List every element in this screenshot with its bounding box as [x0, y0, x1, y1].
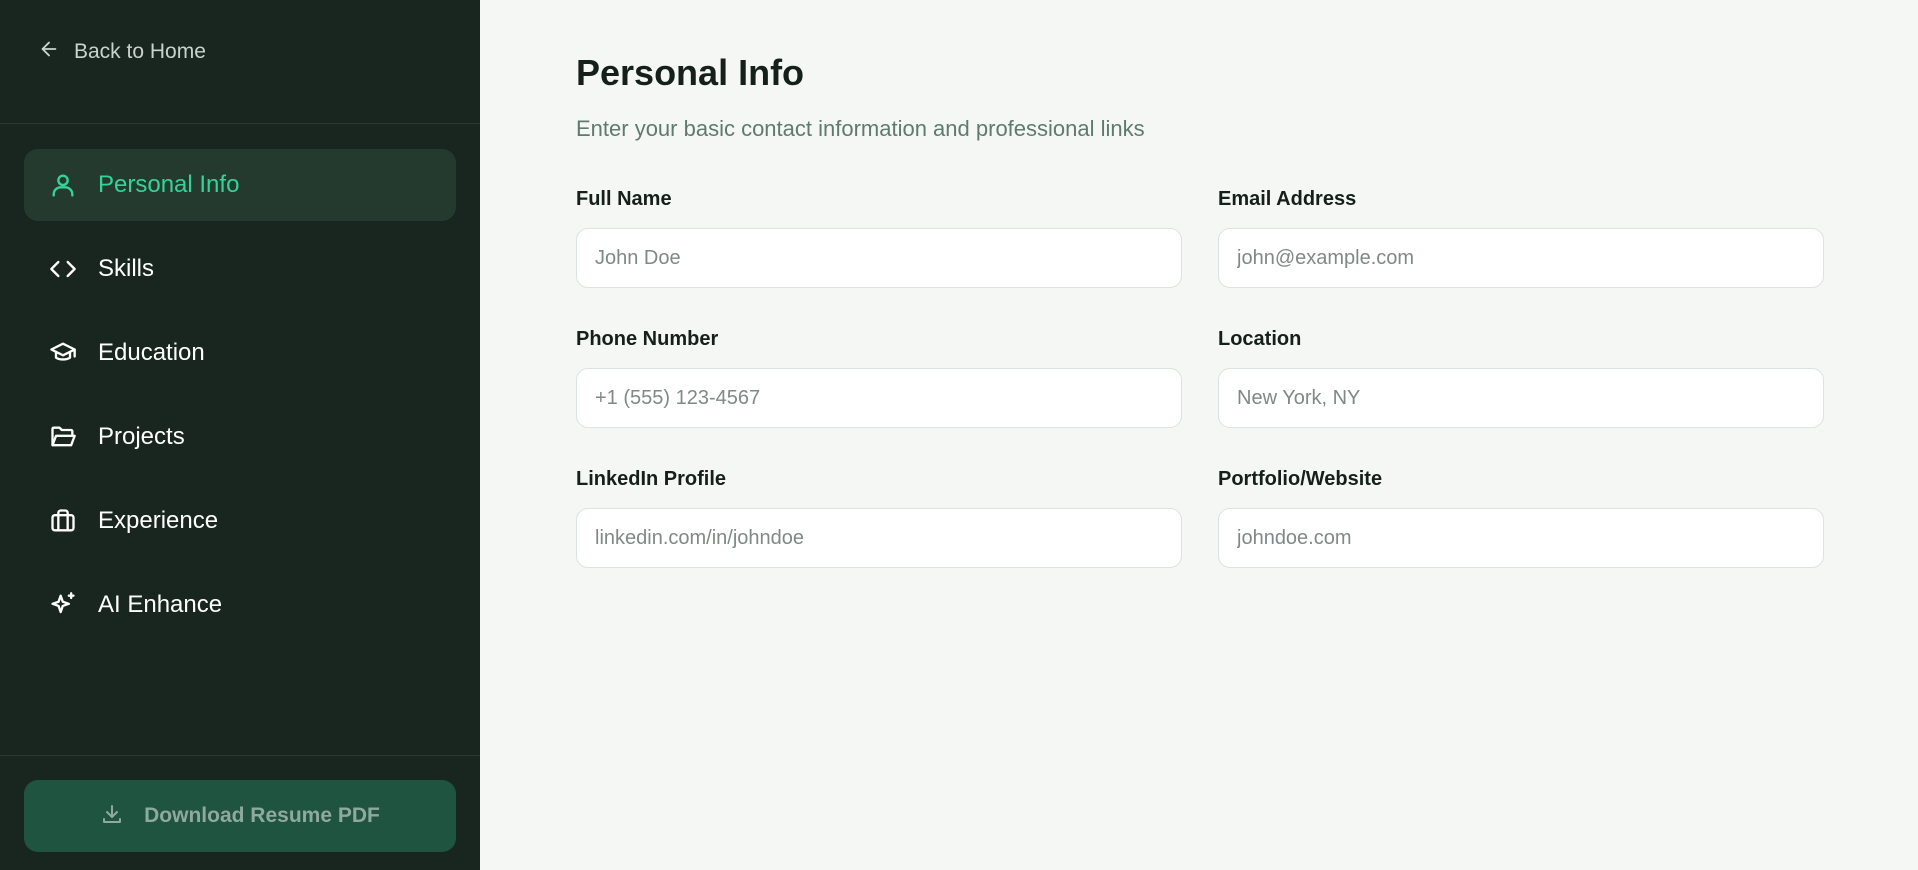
email-label: Email Address — [1218, 188, 1357, 210]
code-icon — [48, 254, 78, 284]
user-icon — [48, 170, 78, 200]
field-location: Location — [1218, 328, 1824, 428]
portfolio-input[interactable] — [1218, 508, 1824, 568]
linkedin-input[interactable] — [576, 508, 1182, 568]
location-label: Location — [1218, 328, 1302, 350]
field-email: Email Address — [1218, 188, 1824, 288]
sidebar-nav: Personal Info Skills Education Projects — [0, 124, 480, 755]
portfolio-label: Portfolio/Website — [1218, 468, 1383, 490]
field-phone: Phone Number — [576, 328, 1182, 428]
linkedin-label: LinkedIn Profile — [576, 468, 727, 490]
sidebar-item-label: Projects — [98, 423, 185, 450]
email-input[interactable] — [1218, 228, 1824, 288]
sidebar-item-label: AI Enhance — [98, 591, 223, 618]
back-to-home-link[interactable]: Back to Home — [38, 38, 206, 65]
sparkles-icon — [48, 590, 78, 620]
briefcase-icon — [48, 506, 78, 536]
sidebar-item-ai-enhance[interactable]: AI Enhance — [24, 569, 456, 641]
folder-open-icon — [48, 422, 78, 452]
page-subtitle: Enter your basic contact information and… — [576, 116, 1145, 141]
sidebar-item-education[interactable]: Education — [24, 317, 456, 389]
field-linkedin: LinkedIn Profile — [576, 468, 1182, 568]
full-name-label: Full Name — [576, 188, 672, 210]
location-input[interactable] — [1218, 368, 1824, 428]
back-to-home-label: Back to Home — [74, 39, 206, 63]
sidebar-item-label: Education — [98, 339, 205, 366]
sidebar-item-experience[interactable]: Experience — [24, 485, 456, 557]
sidebar-item-skills[interactable]: Skills — [24, 233, 456, 305]
download-resume-label: Download Resume PDF — [144, 804, 380, 827]
field-full-name: Full Name — [576, 188, 1182, 288]
app: Back to Home Personal Info Skills Educat… — [0, 0, 1918, 870]
sidebar-item-label: Skills — [98, 255, 155, 282]
sidebar-footer: Download Resume PDF — [0, 755, 480, 870]
download-resume-button[interactable]: Download Resume PDF — [24, 780, 456, 852]
graduation-cap-icon — [48, 338, 78, 368]
sidebar-item-personal-info[interactable]: Personal Info — [24, 149, 456, 221]
sidebar-item-projects[interactable]: Projects — [24, 401, 456, 473]
full-name-input[interactable] — [576, 228, 1182, 288]
phone-label: Phone Number — [576, 328, 719, 350]
sidebar-item-label: Experience — [98, 507, 219, 534]
sidebar: Back to Home Personal Info Skills Educat… — [0, 0, 480, 870]
back-row: Back to Home — [0, 0, 480, 124]
phone-input[interactable] — [576, 368, 1182, 428]
sidebar-item-label: Personal Info — [98, 171, 240, 198]
download-icon — [100, 802, 124, 831]
page-title: Personal Info — [576, 52, 805, 93]
main-content: Personal Info Enter your basic contact i… — [480, 0, 1918, 870]
field-portfolio: Portfolio/Website — [1218, 468, 1824, 568]
arrow-left-icon — [38, 38, 60, 65]
personal-info-form: Full Name Email Address Phone Number Loc… — [576, 188, 1918, 568]
